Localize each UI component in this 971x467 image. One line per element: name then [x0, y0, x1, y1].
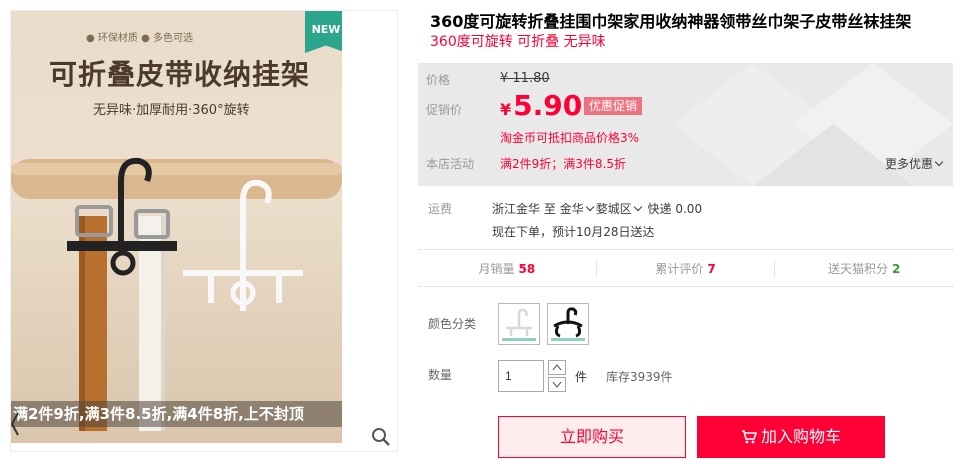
stat-value: 58 — [518, 261, 536, 276]
city-select[interactable]: 金华 — [560, 202, 596, 216]
sale-price-value: 5.90 — [513, 89, 583, 122]
quantity-unit: 件 — [575, 370, 588, 384]
stat-label: 累计评价 — [655, 261, 704, 276]
stat-monthly-sales: 月销量 58 — [418, 259, 597, 277]
zoom-icon[interactable] — [371, 427, 391, 447]
stat-label: 送天猫积分 — [827, 261, 888, 276]
more-offers-label: 更多优惠 — [884, 157, 933, 171]
shipping-route: 浙江金华 至 金华 婺城区 快递 0.00 — [492, 200, 702, 217]
product-gallery: ● 环保材质 ● 多色可选 可折叠皮带收纳挂架 无异味·加厚耐用·360°旋转 … — [10, 10, 398, 452]
delivery-eta: 现在下单，预计10月28日送达 — [492, 225, 655, 239]
chevron-up-icon — [552, 364, 562, 371]
black-hanger-icon — [551, 307, 585, 341]
chevron-down-icon — [552, 381, 562, 388]
stock-count: 库存3939件 — [606, 370, 673, 384]
quantity-increase-button[interactable] — [548, 360, 566, 375]
stat-value: 7 — [707, 261, 716, 276]
stat-label: 月销量 — [478, 261, 515, 276]
coin-discount-note[interactable]: 淘金币可抵扣商品价格3% — [500, 129, 639, 146]
add-to-cart-label: 加入购物车 — [760, 427, 841, 446]
ship-method: 快递 0.00 — [647, 202, 703, 216]
district-select[interactable]: 婺城区 — [596, 202, 644, 216]
price-panel: 价格 ¥ 11.80 促销价 ¥5.90 优惠促销 淘金币可抵扣商品价格3% 本… — [418, 63, 953, 186]
buy-now-button[interactable]: 立即购买 — [498, 416, 686, 458]
shipping-label: 运费 — [428, 202, 453, 216]
stat-points: 送天猫积分 2 — [775, 260, 953, 277]
swatch-black-hanger[interactable] — [547, 303, 589, 345]
quantity-decrease-button[interactable] — [548, 377, 566, 392]
product-main-image[interactable]: ● 环保材质 ● 多色可选 可折叠皮带收纳挂架 无异味·加厚耐用·360°旋转 … — [11, 11, 342, 443]
original-price: ¥ 11.80 — [500, 71, 550, 86]
color-option-label: 颜色分类 — [428, 317, 477, 331]
product-subtitle: 360度可旋转 可折叠 无异味 — [430, 34, 606, 50]
store-activity-value: 满2件9折；满3件8.5折 — [500, 157, 626, 171]
ship-to-word: 至 — [543, 202, 556, 216]
more-offers-dropdown[interactable]: 更多优惠 — [885, 155, 945, 172]
image-headline: 可折叠皮带收纳挂架 — [49, 58, 311, 91]
quantity-input[interactable] — [498, 360, 544, 392]
sale-price-label: 促销价 — [426, 103, 463, 117]
currency-symbol: ¥ — [500, 100, 512, 119]
ship-from: 浙江金华 — [492, 202, 541, 216]
prev-image-icon[interactable] — [11, 411, 19, 437]
sale-price: ¥5.90 — [500, 89, 582, 122]
original-price-label: 价格 — [426, 73, 451, 87]
cart-icon — [741, 430, 758, 444]
add-to-cart-button[interactable]: 加入购物车 — [697, 416, 885, 458]
store-activity-label: 本店活动 — [426, 157, 475, 171]
image-promo-strip: 满2件9折,满3件8.5折,满4件8折,上不封顶 — [11, 401, 342, 427]
image-tags: ● 环保材质 ● 多色可选 — [86, 33, 193, 44]
white-hanger-icon — [502, 308, 536, 341]
stat-value: 2 — [892, 261, 901, 276]
quantity-label: 数量 — [428, 368, 453, 382]
product-title: 360度可旋转折叠挂围巾架家用收纳神器领带丝巾架子皮带丝袜挂架 — [430, 12, 912, 31]
product-stats-bar: 月销量 58 累计评价 7 送天猫积分 2 — [418, 249, 953, 287]
image-subline: 无异味·加厚耐用·360°旋转 — [93, 103, 250, 118]
stat-reviews[interactable]: 累计评价 7 — [597, 259, 776, 277]
sale-tag-badge: 优惠促销 — [584, 97, 643, 115]
swatch-white-hanger[interactable] — [498, 303, 540, 345]
